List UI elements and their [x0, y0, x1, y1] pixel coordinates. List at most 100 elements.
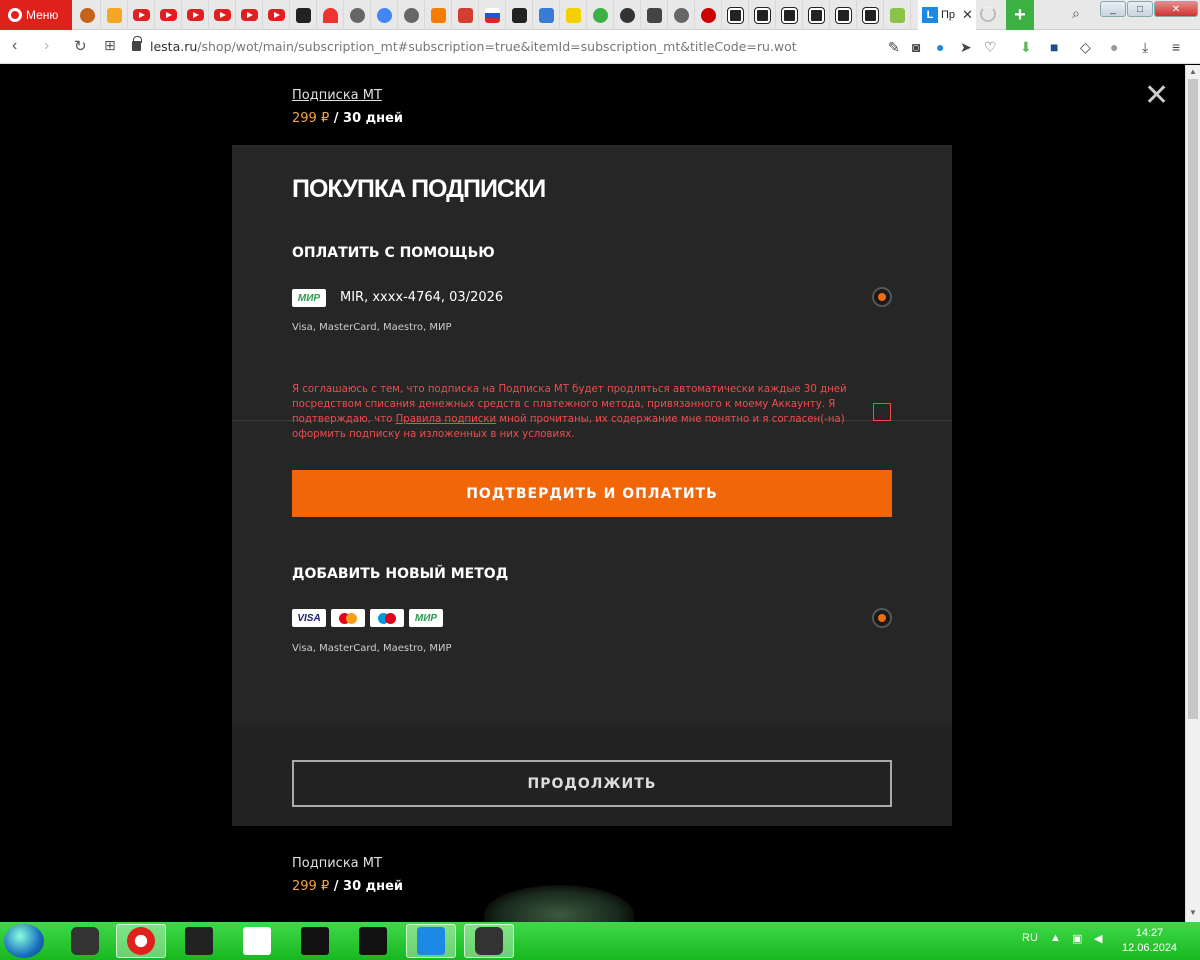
tab[interactable] [614, 0, 641, 30]
tab[interactable] [344, 0, 371, 30]
tab[interactable] [560, 0, 587, 30]
taskbar-app-opera[interactable] [116, 924, 166, 958]
youtube-icon [267, 9, 285, 21]
save-icon[interactable]: ■ [1050, 39, 1058, 55]
camera-icon[interactable]: ◙ [912, 39, 920, 55]
tab[interactable] [533, 0, 560, 30]
youtube-icon [159, 9, 177, 21]
forward-icon[interactable]: › [44, 37, 49, 55]
tab[interactable] [830, 0, 857, 30]
tab[interactable] [857, 0, 884, 30]
tab[interactable] [101, 0, 128, 30]
new-card-radio[interactable] [872, 608, 892, 628]
tab[interactable] [722, 0, 749, 30]
windows-taskbar: RU ▲ ▣ ◀ 14:27 12.06.2024 [0, 922, 1200, 960]
f-icon [861, 6, 879, 24]
new-tab-button[interactable]: + [1006, 0, 1034, 30]
heart-icon[interactable]: ♡ [984, 39, 997, 56]
close-icon[interactable]: ✕ [1144, 81, 1169, 111]
start-button[interactable] [4, 924, 44, 958]
loading-tab-icon[interactable] [980, 6, 996, 22]
taskbar-app-lesta[interactable] [406, 924, 456, 958]
taskbar-app-game[interactable] [174, 924, 224, 958]
tab[interactable] [182, 0, 209, 30]
continue-button[interactable]: ПРОДОЛЖИТЬ [292, 760, 892, 807]
game-icon [185, 927, 213, 955]
show-hidden-icons-icon[interactable]: ▲ [1050, 932, 1061, 944]
maestro-logo-icon [370, 609, 404, 627]
download-extension-icon[interactable]: ⬇ [1020, 39, 1032, 56]
site-favicon-icon [511, 7, 527, 23]
tab[interactable] [236, 0, 263, 30]
page-scrollbar[interactable]: ▲ ▼ [1185, 65, 1200, 922]
language-indicator[interactable]: RU [1022, 932, 1038, 944]
tab[interactable] [209, 0, 236, 30]
scroll-up-icon[interactable]: ▲ [1189, 67, 1197, 76]
scroll-thumb[interactable] [1188, 79, 1198, 719]
shield-check-icon[interactable]: ● [936, 39, 944, 55]
tab[interactable] [479, 0, 506, 30]
tab-search-icon[interactable]: ⌕ [1072, 5, 1080, 22]
taskbar-app-skyrim[interactable] [348, 924, 398, 958]
tab[interactable] [749, 0, 776, 30]
maximize-button[interactable]: □ [1127, 1, 1153, 17]
tab[interactable] [884, 0, 911, 30]
subscription-rules-link[interactable]: Правила подписки [396, 414, 497, 425]
window-controls: _ □ ✕ [1100, 1, 1198, 17]
profile-icon[interactable]: ● [1110, 39, 1118, 55]
f-icon [726, 6, 744, 24]
minimize-button[interactable]: _ [1100, 1, 1126, 17]
close-window-button[interactable]: ✕ [1154, 1, 1198, 17]
tab[interactable] [155, 0, 182, 30]
lock-icon [132, 36, 142, 51]
tab[interactable] [74, 0, 101, 30]
cube-icon[interactable]: ◇ [1080, 39, 1091, 56]
tab[interactable] [290, 0, 317, 30]
taskbar-app-nfs[interactable] [232, 924, 282, 958]
saved-card-radio[interactable] [872, 287, 892, 307]
taskbar-app-game2[interactable] [290, 924, 340, 958]
reload-icon[interactable]: ↻ [74, 37, 87, 55]
send-icon[interactable]: ➤ [960, 39, 972, 56]
site-favicon-icon [538, 7, 554, 23]
active-tab[interactable]: L Пр ✕ [918, 0, 976, 30]
menu-icon[interactable]: ≡ [1172, 39, 1180, 55]
globe-icon [349, 7, 365, 23]
tab[interactable] [506, 0, 533, 30]
tank-app-icon [475, 927, 503, 955]
url-field[interactable]: lesta.ru/shop/wot/main/subscription_mt#s… [150, 39, 797, 54]
tab[interactable] [803, 0, 830, 30]
taskbar-app-wot[interactable] [60, 924, 110, 958]
tab[interactable] [128, 0, 155, 30]
top-item-title[interactable]: Подписка МТ [292, 88, 382, 103]
speed-dial-icon[interactable]: ⊞ [104, 37, 116, 54]
tab[interactable] [425, 0, 452, 30]
confirm-and-pay-button[interactable]: ПОДТВЕРДИТЬ И ОПЛАТИТЬ [292, 470, 892, 517]
back-icon[interactable]: ‹ [12, 37, 17, 55]
tab[interactable] [398, 0, 425, 30]
tab[interactable] [668, 0, 695, 30]
opera-menu-button[interactable]: Меню [0, 0, 72, 30]
tab[interactable] [317, 0, 344, 30]
tab[interactable] [452, 0, 479, 30]
tab[interactable] [263, 0, 290, 30]
f-icon [807, 6, 825, 24]
downloads-icon[interactable]: ⤓ [1142, 39, 1148, 56]
taskbar-app-wot-2[interactable] [464, 924, 514, 958]
scroll-down-icon[interactable]: ▼ [1189, 908, 1197, 917]
saved-card-label: MIR, xxxx-4764, 03/2026 [340, 290, 504, 305]
flag-icon [484, 7, 500, 23]
network-icon[interactable]: ▣ [1072, 932, 1082, 945]
tab[interactable] [695, 0, 722, 30]
new-card-networks: Visa, MasterCard, Maestro, МИР [292, 643, 452, 654]
tab[interactable] [587, 0, 614, 30]
system-clock[interactable]: 14:27 12.06.2024 [1122, 926, 1177, 956]
tab[interactable] [641, 0, 668, 30]
youtube-icon [132, 9, 150, 21]
volume-icon[interactable]: ◀ [1094, 932, 1102, 945]
tab[interactable] [776, 0, 803, 30]
edit-icon[interactable]: ✎ [888, 39, 900, 56]
close-tab-icon[interactable]: ✕ [962, 7, 973, 23]
tab[interactable] [371, 0, 398, 30]
agreement-checkbox[interactable] [873, 403, 891, 421]
